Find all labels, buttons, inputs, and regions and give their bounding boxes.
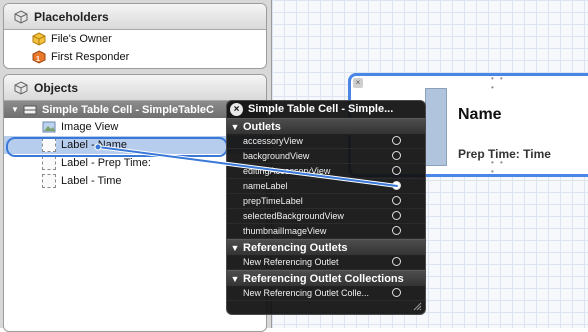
tree-item-label: Label - Time <box>61 175 122 187</box>
tree-item-label: Image View <box>61 121 119 133</box>
placeholder-first-responder[interactable]: 1 First Responder <box>4 48 266 66</box>
outlet-connection-circle[interactable] <box>392 166 401 175</box>
outlet-connected-circle[interactable] <box>392 181 401 190</box>
placeholder-label: File's Owner <box>51 33 112 45</box>
resize-handle-bottom[interactable]: • • • <box>491 158 511 176</box>
outlet-connection-circle[interactable] <box>392 196 401 205</box>
outlet-label: thumbnailImageView <box>243 226 327 236</box>
hud-section-referencing-collections[interactable]: ▼ Referencing Outlet Collections <box>227 270 425 287</box>
outlet-connection-circle[interactable] <box>392 288 401 297</box>
files-owner-icon <box>32 32 46 46</box>
disclosure-triangle-icon[interactable]: ▼ <box>227 122 243 132</box>
hud-section-label: Outlets <box>243 120 281 133</box>
svg-text:1: 1 <box>36 56 40 63</box>
outlet-row[interactable]: prepTimeLabel <box>227 194 425 209</box>
objects-title: Objects <box>34 80 79 95</box>
hud-section-label: Referencing Outlets <box>243 241 348 254</box>
close-icon[interactable]: × <box>353 78 363 88</box>
placeholders-section: Placeholders File's Owner 1 First Respon… <box>3 3 267 69</box>
outlet-label: accessoryView <box>243 136 303 146</box>
outlet-label: nameLabel <box>243 181 288 191</box>
cell-name-label[interactable]: Name <box>458 106 502 124</box>
disclosure-triangle-icon[interactable]: ▼ <box>227 243 243 253</box>
outlet-row-connected[interactable]: nameLabel <box>227 179 425 194</box>
placeholders-title: Placeholders <box>34 9 109 24</box>
new-referencing-outlet-row[interactable]: New Referencing Outlet <box>227 255 425 270</box>
image-view-icon <box>42 120 56 134</box>
outlet-connection-circle[interactable] <box>392 211 401 220</box>
label-icon <box>42 174 56 188</box>
outlet-connection-circle[interactable] <box>392 151 401 160</box>
outlet-connection-circle[interactable] <box>392 257 401 266</box>
new-referencing-collection-row[interactable]: New Referencing Outlet Colle... <box>227 286 425 301</box>
label-icon <box>42 138 56 152</box>
placeholder-label: First Responder <box>51 51 130 63</box>
outlet-label: selectedBackgroundView <box>243 211 344 221</box>
resize-handle-top[interactable]: • • • <box>491 74 511 92</box>
hud-close-button[interactable]: × <box>230 103 243 116</box>
label-icon <box>42 156 56 170</box>
tree-root-label: Simple Table Cell - SimpleTableC <box>42 103 214 116</box>
resize-grip-icon[interactable] <box>412 301 422 311</box>
cube-icon <box>14 80 28 95</box>
outlet-row[interactable]: selectedBackgroundView <box>227 209 425 224</box>
hud-section-referencing-outlets[interactable]: ▼ Referencing Outlets <box>227 239 425 256</box>
outlet-connection-circle[interactable] <box>392 226 401 235</box>
tree-item-label: Label - Prep Time: <box>61 157 151 169</box>
disclosure-triangle-icon[interactable]: ▼ <box>227 274 243 284</box>
disclosure-triangle-icon[interactable]: ▼ <box>10 105 20 114</box>
thumbnail-image-view[interactable] <box>425 88 447 166</box>
outlet-label: editingAccessoryView <box>243 166 331 176</box>
outlet-connection-circle[interactable] <box>392 136 401 145</box>
objects-header[interactable]: Objects <box>4 75 266 101</box>
outlet-label: New Referencing Outlet <box>243 257 339 267</box>
cube-icon <box>14 9 28 24</box>
outlet-row[interactable]: backgroundView <box>227 149 425 164</box>
hud-section-label: Referencing Outlet Collections <box>243 272 404 285</box>
hud-section-outlets[interactable]: ▼ Outlets <box>227 118 425 135</box>
outlet-row[interactable]: thumbnailImageView <box>227 224 425 239</box>
outlet-label: prepTimeLabel <box>243 196 303 206</box>
outlet-label: backgroundView <box>243 151 310 161</box>
table-cell-icon <box>23 103 37 117</box>
outlet-row[interactable]: editingAccessoryView <box>227 164 425 179</box>
placeholders-header[interactable]: Placeholders <box>4 4 266 30</box>
tree-item-label: Label - Name <box>61 139 128 151</box>
hud-title: Simple Table Cell - Simple... <box>248 103 394 115</box>
first-responder-icon: 1 <box>32 50 46 64</box>
outlet-row[interactable]: accessoryView <box>227 134 425 149</box>
connections-hud: × Simple Table Cell - Simple... ▼ Outlet… <box>226 100 426 315</box>
placeholder-files-owner[interactable]: File's Owner <box>4 30 266 48</box>
outlet-label: New Referencing Outlet Colle... <box>243 288 370 298</box>
